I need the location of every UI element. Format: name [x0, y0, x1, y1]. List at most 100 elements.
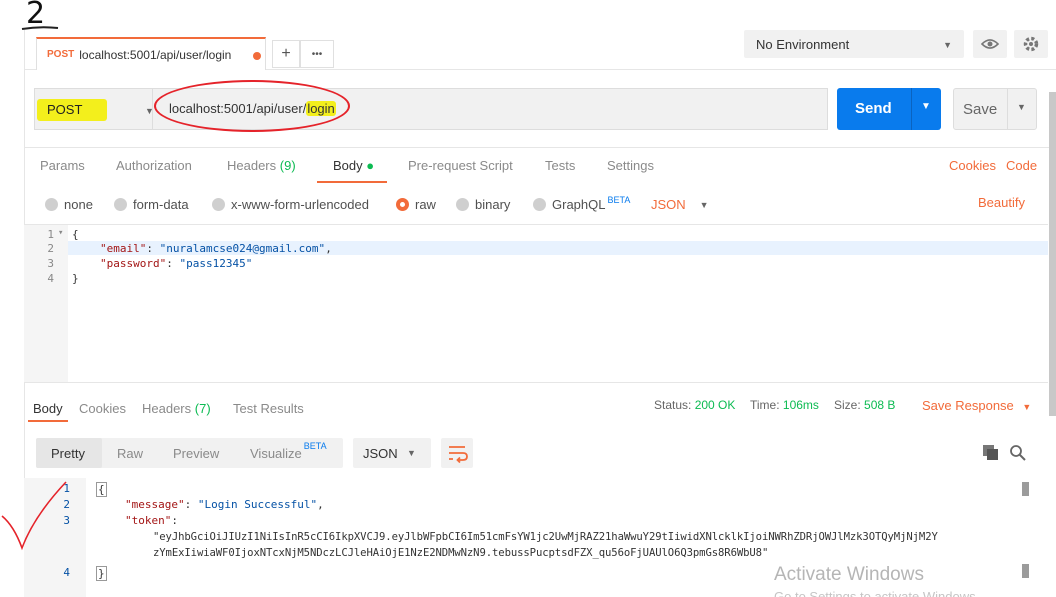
- radio-circle: [533, 198, 546, 211]
- chevron-down-icon: ▼: [943, 40, 952, 50]
- send-button[interactable]: Send ▼: [837, 88, 941, 130]
- search-icon: [1010, 445, 1026, 461]
- radio-none[interactable]: none: [45, 197, 93, 212]
- beta-badge: BETA: [303, 441, 327, 451]
- line-number: 4: [47, 272, 54, 285]
- time-readout: Time: 106ms: [750, 398, 819, 412]
- format-label: JSON: [651, 197, 686, 212]
- chevron-down-icon[interactable]: ▼: [921, 101, 931, 112]
- save-response-button[interactable]: Save Response ▼: [922, 398, 1031, 413]
- size-label: Size:: [834, 398, 861, 412]
- copy-button[interactable]: [982, 444, 1000, 462]
- chevron-down-icon: ▼: [407, 448, 416, 458]
- response-tab-headers[interactable]: Headers (7): [142, 401, 211, 416]
- size-readout: Size: 508 B: [834, 398, 895, 412]
- radio-form-data[interactable]: form-data: [114, 197, 189, 212]
- radio-urlencoded[interactable]: x-www-form-urlencoded: [212, 197, 369, 212]
- annotation-circle: [154, 80, 350, 132]
- cookies-link[interactable]: Cookies: [949, 158, 996, 173]
- line-number: 3: [47, 257, 54, 270]
- activation-watermark: Activate Windows: [774, 564, 924, 585]
- wrap-lines-button[interactable]: [441, 438, 473, 468]
- beautify-link[interactable]: Beautify: [978, 195, 1025, 210]
- tab-prerequest-script[interactable]: Pre-request Script: [408, 158, 513, 173]
- method-label: POST: [47, 102, 83, 117]
- environment-label: No Environment: [756, 36, 850, 52]
- json-value: "eyJhbGciOiJIUzI1NiIsInR5cCI6IkpXVCJ9.ey…: [153, 531, 938, 543]
- radio-raw[interactable]: raw: [396, 197, 436, 212]
- settings-button[interactable]: [1014, 30, 1048, 58]
- status-value: 200 OK: [694, 398, 736, 412]
- page-scrollbar-thumb[interactable]: [1049, 92, 1056, 416]
- wrap-icon: [449, 446, 468, 464]
- chevron-down-icon: ▼: [1022, 402, 1032, 412]
- json-value: "pass12345": [179, 257, 253, 270]
- tab-headers[interactable]: Headers (9): [227, 158, 296, 173]
- json-key: "password": [100, 257, 167, 270]
- more-tabs-button[interactable]: •••: [300, 40, 334, 68]
- copy-icon: [983, 445, 998, 460]
- new-tab-button[interactable]: +: [272, 40, 300, 68]
- time-label: Time:: [750, 398, 780, 412]
- request-body-editor[interactable]: 1 ▾ 2 3 4 { "email": "nuralamcse024@gmai…: [24, 224, 1048, 383]
- send-divider: [911, 88, 912, 130]
- code-line: {: [96, 482, 107, 497]
- save-divider: [1007, 89, 1008, 129]
- time-value: 106ms: [782, 398, 819, 412]
- send-label: Send: [855, 100, 892, 117]
- radio-graphql[interactable]: GraphQL BETA: [533, 194, 631, 212]
- view-raw[interactable]: Raw: [117, 446, 143, 461]
- scrollbar-thumb[interactable]: [1022, 564, 1029, 578]
- json-value: "Login Successful": [197, 498, 318, 511]
- activation-watermark-hint: Go to Settings to activate Windows.: [774, 589, 980, 597]
- code-link[interactable]: Code: [1006, 158, 1037, 173]
- radio-circle: [45, 198, 58, 211]
- radio-label: none: [64, 197, 93, 212]
- method-select[interactable]: POST ▼: [34, 88, 154, 130]
- tab-method: POST: [47, 49, 75, 60]
- tab-url: localhost:5001/api/user/login: [79, 47, 232, 62]
- chevron-down-icon: ▼: [699, 199, 709, 210]
- radio-circle: [114, 198, 127, 211]
- search-button[interactable]: [1009, 444, 1027, 462]
- view-preview[interactable]: Preview: [173, 446, 219, 461]
- code-line: "email": "nuralamcse024@gmail.com",: [100, 242, 332, 255]
- chevron-down-icon[interactable]: ▼: [1017, 102, 1026, 112]
- json-key: "message": [125, 498, 185, 511]
- environment-select[interactable]: No Environment ▼: [744, 30, 964, 58]
- save-button[interactable]: Save ▼: [953, 88, 1037, 130]
- response-format-select[interactable]: JSON ▼: [353, 438, 431, 468]
- json-value: "nuralamcse024@gmail.com": [159, 242, 326, 255]
- eye-icon: [981, 39, 999, 49]
- view-visualize[interactable]: Visualize BETA: [250, 441, 327, 461]
- response-tab-cookies[interactable]: Cookies: [79, 401, 126, 416]
- response-tab-body[interactable]: Body: [33, 401, 63, 416]
- radio-binary[interactable]: binary: [456, 197, 510, 212]
- radio-label: raw: [415, 197, 436, 212]
- tab-tests[interactable]: Tests: [545, 158, 575, 173]
- active-tab-underline: [317, 181, 387, 183]
- code-line: }: [96, 566, 107, 581]
- line-number: 1: [47, 228, 54, 241]
- save-label: Save: [963, 101, 998, 118]
- response-tab-test-results[interactable]: Test Results: [233, 401, 304, 416]
- tab-authorization[interactable]: Authorization: [116, 158, 192, 173]
- code-line: {: [72, 228, 79, 241]
- body-format-select[interactable]: JSON ▼: [651, 197, 709, 212]
- radio-circle: [212, 198, 225, 211]
- tab-body[interactable]: Body ●: [333, 158, 374, 173]
- radio-label: GraphQL: [552, 197, 606, 212]
- tab-settings[interactable]: Settings: [607, 158, 654, 173]
- beta-badge: BETA: [607, 194, 631, 205]
- tab-params[interactable]: Params: [40, 158, 85, 173]
- tab-body-label: Body: [333, 158, 363, 173]
- code-line: "token":: [125, 514, 178, 527]
- unsaved-dot-icon: [253, 52, 261, 60]
- request-tab[interactable]: POST localhost:5001/api/user/login: [36, 37, 266, 70]
- scrollbar-thumb[interactable]: [1022, 482, 1029, 496]
- fold-icon[interactable]: ▾: [58, 228, 63, 238]
- view-pretty[interactable]: Pretty: [51, 446, 85, 461]
- json-key: "email": [100, 242, 147, 255]
- headers-count: (9): [279, 158, 296, 173]
- eye-button[interactable]: [973, 30, 1007, 58]
